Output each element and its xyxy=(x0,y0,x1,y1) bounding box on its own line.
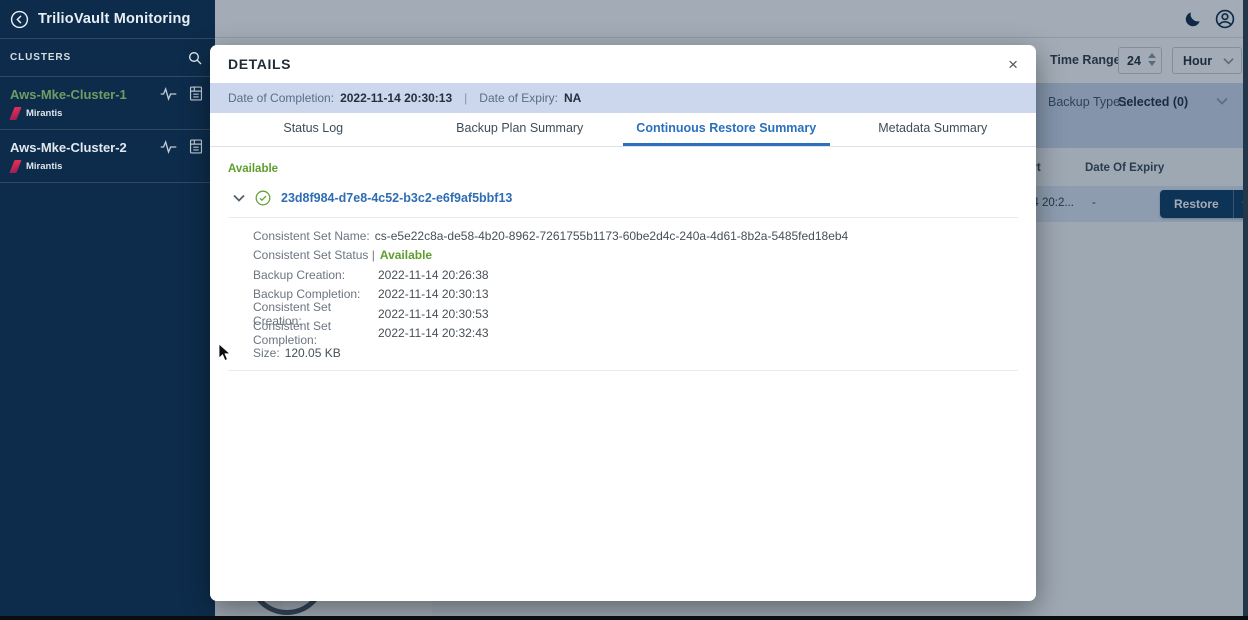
expiry-label: Date of Expiry: xyxy=(479,91,558,105)
report-document-icon[interactable] xyxy=(189,86,203,101)
consistent-set-status-label: Consistent Set Status | xyxy=(253,248,375,262)
restore-item-details: Consistent Set Name: cs-e5e22c8a-de58-4b… xyxy=(228,226,1018,363)
completion-value: 2022-11-14 20:30:13 xyxy=(340,91,452,105)
consistent-set-name-value: cs-e5e22c8a-de58-4b20-8962-7261755b1173-… xyxy=(375,229,849,243)
details-modal: DETAILS × Date of Completion: 2022-11-14… xyxy=(210,45,1036,601)
size-value: 120.05 KB xyxy=(285,346,341,360)
search-icon[interactable] xyxy=(187,50,203,66)
size-label: Size: xyxy=(253,346,280,360)
app-title: TrilioVault Monitoring xyxy=(38,11,191,27)
group-status-label: Available xyxy=(228,163,1018,175)
window-bottom-edge xyxy=(0,616,1248,620)
mouse-cursor xyxy=(218,343,231,362)
mirantis-logo xyxy=(9,160,21,173)
sidebar-item-cluster-2[interactable]: Aws-Mke-Cluster-2 Mirantis xyxy=(0,130,215,182)
modal-header: DETAILS × xyxy=(210,45,1036,83)
check-circle-icon xyxy=(255,190,271,206)
window-scrollbar[interactable] xyxy=(1243,0,1248,620)
clusters-label: CLUSTERS xyxy=(10,52,71,63)
consistent-set-name-label: Consistent Set Name: xyxy=(253,229,370,243)
consistent-set-completion-value: 2022-11-14 20:32:43 xyxy=(378,326,489,340)
mirantis-logo xyxy=(9,107,21,120)
completion-label: Date of Completion: xyxy=(228,91,334,105)
activity-pulse-icon[interactable] xyxy=(160,140,177,154)
modal-title: DETAILS xyxy=(228,56,291,72)
app-window: Time Range : 24 Hour Backup Type : Selec… xyxy=(0,0,1248,620)
report-document-icon[interactable] xyxy=(189,139,203,154)
divider xyxy=(228,370,1018,371)
modal-body: Available 23d8f984-d7e8-4c52-b3c2-e6f9af… xyxy=(210,163,1036,371)
close-icon[interactable]: × xyxy=(1008,56,1018,73)
tab-metadata-summary[interactable]: Metadata Summary xyxy=(830,113,1037,146)
back-arrow-icon[interactable] xyxy=(10,10,29,29)
cluster-vendor: Mirantis xyxy=(26,161,62,172)
clusters-section-header: CLUSTERS xyxy=(0,39,215,76)
tab-continuous-restore-summary[interactable]: Continuous Restore Summary xyxy=(623,113,830,146)
tab-backup-plan-summary[interactable]: Backup Plan Summary xyxy=(417,113,624,146)
expiry-value: NA xyxy=(564,91,581,105)
modal-info-bar: Date of Completion: 2022-11-14 20:30:13 … xyxy=(210,83,1036,113)
chevron-down-icon[interactable] xyxy=(233,194,245,202)
clusters-sidebar: TrilioVault Monitoring CLUSTERS Aws-Mke-… xyxy=(0,0,215,616)
modal-tabs: Status Log Backup Plan Summary Continuou… xyxy=(210,113,1036,147)
activity-pulse-icon[interactable] xyxy=(160,87,177,101)
restore-item-row[interactable]: 23d8f984-d7e8-4c52-b3c2-e6f9af5bbf13 xyxy=(228,190,1018,206)
consistent-set-completion-label: Consistent Set Completion: xyxy=(253,319,378,347)
divider: | xyxy=(464,91,467,105)
consistent-set-creation-value: 2022-11-14 20:30:53 xyxy=(378,307,489,321)
divider xyxy=(228,217,1018,218)
backup-creation-label: Backup Creation: xyxy=(253,268,378,282)
restore-item-id[interactable]: 23d8f984-d7e8-4c52-b3c2-e6f9af5bbf13 xyxy=(281,191,512,205)
cluster-vendor: Mirantis xyxy=(26,108,62,119)
sidebar-header: TrilioVault Monitoring xyxy=(0,0,215,38)
backup-completion-value: 2022-11-14 20:30:13 xyxy=(378,287,489,301)
sidebar-item-cluster-1[interactable]: Aws-Mke-Cluster-1 Mirantis xyxy=(0,77,215,129)
backup-creation-value: 2022-11-14 20:26:38 xyxy=(378,268,489,282)
consistent-set-status-value: Available xyxy=(380,248,432,262)
tab-status-log[interactable]: Status Log xyxy=(210,113,417,146)
